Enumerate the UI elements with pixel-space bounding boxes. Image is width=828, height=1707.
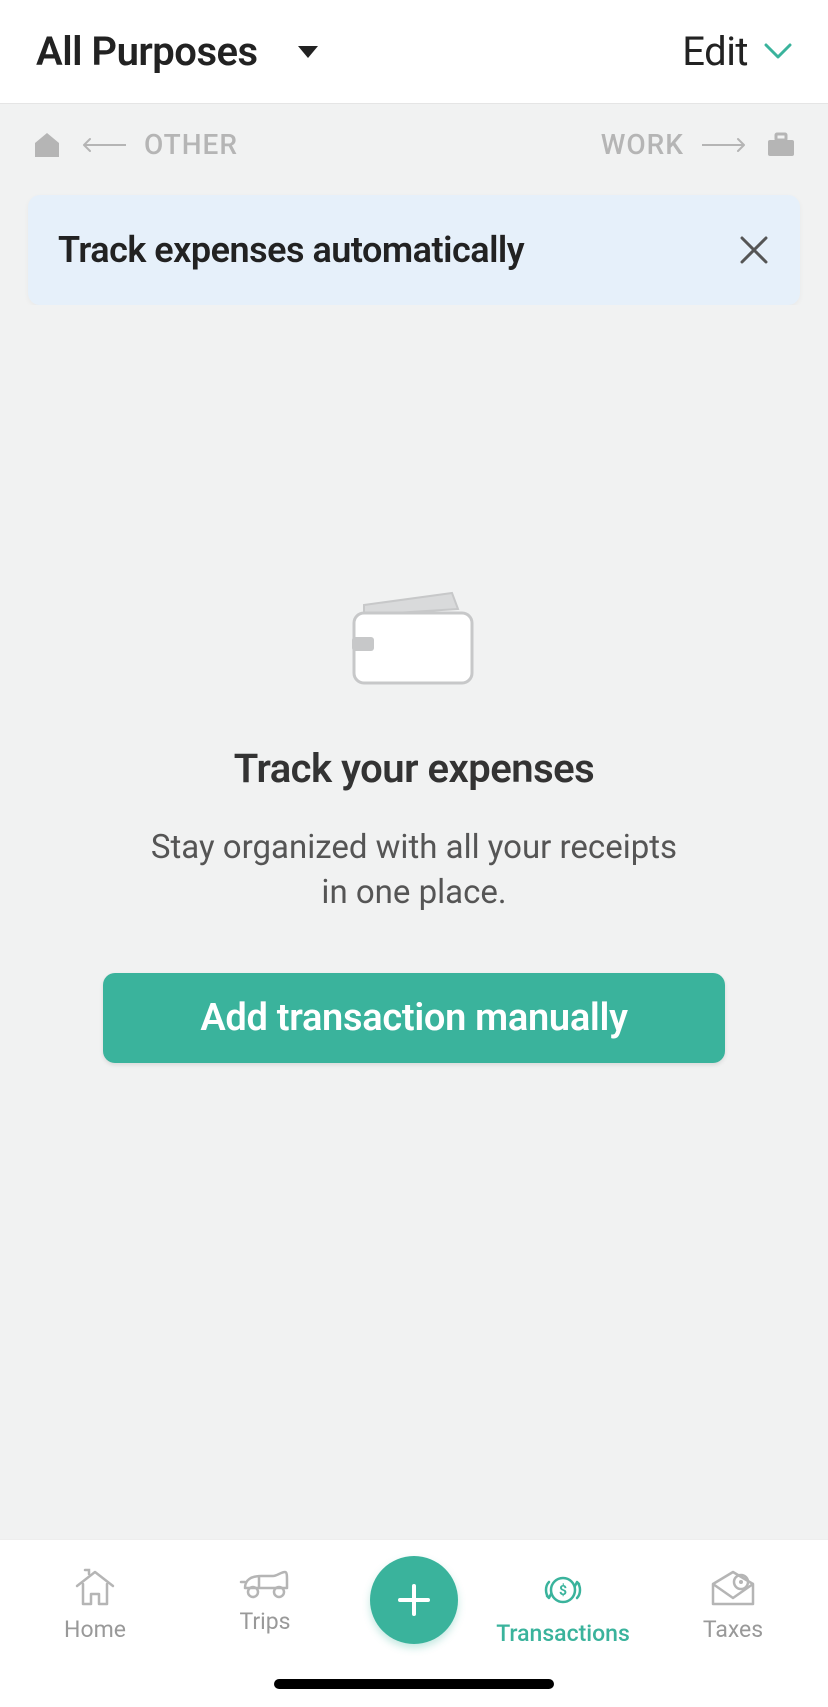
purpose-filter-dropdown[interactable]: All Purposes	[36, 28, 318, 75]
home-icon	[32, 131, 62, 159]
top-header: All Purposes Edit	[0, 0, 828, 104]
nav-trips-label: Trips	[239, 1608, 290, 1635]
add-transaction-button[interactable]: Add transaction manually	[103, 973, 725, 1063]
chevron-down-icon	[298, 46, 318, 58]
track-expenses-banner[interactable]: Track expenses automatically	[28, 195, 800, 305]
category-swipe-bar: OTHER WORK	[0, 104, 828, 185]
nav-trips[interactable]: Trips	[200, 1560, 330, 1635]
arrow-right-icon	[702, 137, 748, 153]
plus-icon	[394, 1580, 434, 1620]
add-fab-button[interactable]	[370, 1556, 458, 1644]
nav-transactions-label: Transactions	[496, 1620, 630, 1647]
category-work[interactable]: WORK	[601, 128, 796, 161]
nav-home-label: Home	[64, 1616, 126, 1643]
category-other-label: OTHER	[144, 128, 238, 161]
empty-state-subtitle: Stay organized with all your receipts in…	[134, 826, 694, 915]
nav-taxes-label: Taxes	[703, 1616, 763, 1643]
category-other[interactable]: OTHER	[32, 128, 238, 161]
briefcase-icon	[766, 132, 796, 158]
car-icon	[239, 1568, 291, 1600]
purpose-filter-label: All Purposes	[36, 28, 258, 75]
nav-transactions[interactable]: $ Transactions	[498, 1560, 628, 1647]
transactions-icon: $	[541, 1568, 585, 1612]
nav-home[interactable]: Home	[30, 1560, 160, 1643]
chevron-down-icon	[764, 43, 792, 61]
home-icon	[73, 1568, 117, 1608]
empty-state-title: Track your expenses	[234, 745, 595, 792]
close-icon[interactable]	[738, 234, 770, 266]
banner-title: Track expenses automatically	[58, 229, 524, 271]
category-work-label: WORK	[601, 128, 684, 161]
edit-label: Edit	[682, 28, 748, 75]
arrow-left-icon	[80, 137, 126, 153]
home-indicator[interactable]	[274, 1679, 554, 1689]
empty-state: Track your expenses Stay organized with …	[0, 305, 828, 1539]
envelope-icon	[709, 1568, 757, 1608]
svg-text:$: $	[559, 1582, 567, 1599]
wallet-icon	[344, 585, 484, 745]
edit-button[interactable]: Edit	[682, 28, 792, 75]
nav-taxes[interactable]: Taxes	[668, 1560, 798, 1643]
bottom-navigation: Home Trips $ Transactions	[0, 1539, 828, 1707]
